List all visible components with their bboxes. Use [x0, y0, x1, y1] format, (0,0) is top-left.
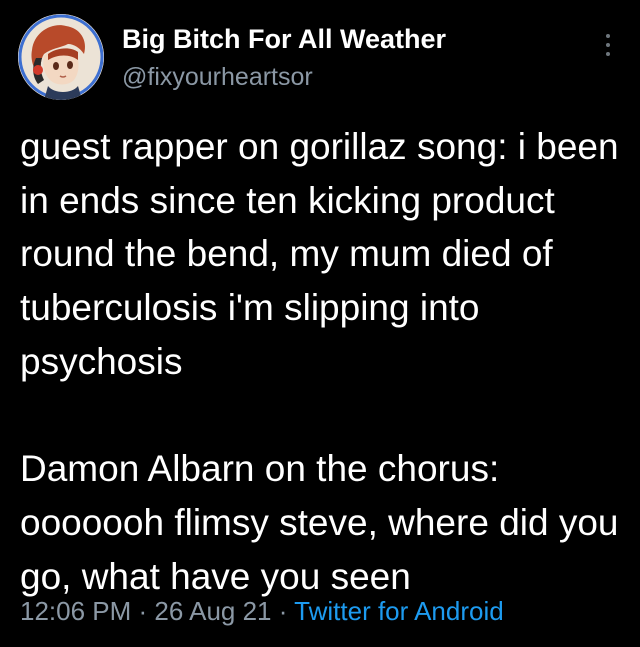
more-dot — [606, 43, 610, 47]
tweet-time[interactable]: 12:06 PM — [20, 596, 131, 626]
meta-separator: · — [271, 596, 295, 626]
tweet-text: guest rapper on gorillaz song: i been in… — [20, 126, 619, 597]
anime-avatar-icon — [18, 14, 104, 100]
more-vertical-icon[interactable] — [602, 34, 614, 64]
tweet-source-link[interactable]: Twitter for Android — [294, 596, 504, 626]
author-names: Big Bitch For All Weather @fixyourhearts… — [122, 24, 446, 92]
more-dot — [606, 52, 610, 56]
tweet-date[interactable]: 26 Aug 21 — [154, 596, 271, 626]
avatar[interactable] — [18, 14, 104, 100]
author-handle[interactable]: @fixyourheartsor — [122, 62, 446, 92]
tweet-meta: 12:06 PM · 26 Aug 21 · Twitter for Andro… — [20, 594, 504, 628]
tweet-header: Big Bitch For All Weather @fixyourhearts… — [18, 14, 622, 100]
more-dot — [606, 34, 610, 38]
meta-separator: · — [131, 596, 155, 626]
tweet-card: Big Bitch For All Weather @fixyourhearts… — [0, 0, 640, 647]
author-display-name[interactable]: Big Bitch For All Weather — [122, 24, 446, 54]
